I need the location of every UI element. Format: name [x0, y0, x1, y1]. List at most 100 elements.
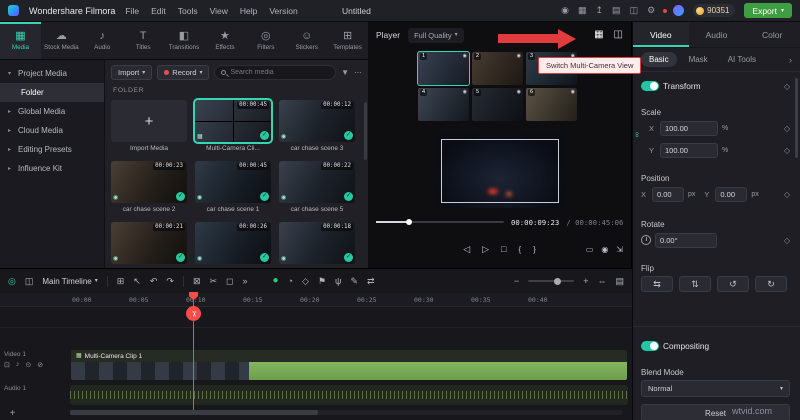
media-item-scene-2[interactable]: 00:00:23 ◉ ✓ car chase scene 2	[111, 161, 187, 213]
tab-audio[interactable]: ♪ Audio	[82, 22, 123, 59]
media-item-scene-1[interactable]: 00:00:45 ◉ ✓ car chase scene 1	[195, 161, 271, 213]
timeline-ruler[interactable]: 00:00 00:05 00:10 00:15 00:20 00:25 00:3…	[0, 293, 632, 307]
keyframe-icon[interactable]: ◇	[784, 124, 790, 133]
user-avatar[interactable]	[673, 5, 684, 16]
timeline-audio-clip[interactable]	[70, 385, 628, 405]
search-input[interactable]	[230, 69, 329, 76]
compare-view-icon[interactable]: ◫	[614, 30, 623, 40]
zoom-out-icon[interactable]: −	[514, 277, 519, 286]
settings-icon[interactable]: ⚙	[647, 6, 655, 15]
sidebar-item-project-media[interactable]: ▾ Project Media	[0, 64, 104, 83]
sidebar-item-folder[interactable]: Folder	[0, 83, 104, 102]
mark-out-button[interactable]: }	[533, 245, 536, 254]
zoom-in-icon[interactable]: +	[583, 277, 588, 286]
delete-icon[interactable]: ⊠	[193, 277, 201, 286]
sidebar-item-influence-kit[interactable]: ▸ Influence Kit	[0, 159, 104, 178]
keyframe-icon[interactable]: ◇	[784, 146, 790, 155]
link-scale-icon[interactable]: ∞	[633, 132, 640, 137]
chevron-right-icon[interactable]: ›	[789, 55, 792, 65]
position-x-field[interactable]	[652, 187, 684, 202]
quality-dropdown[interactable]: Full Quality ▾	[408, 28, 464, 43]
media-scrollbar[interactable]	[364, 102, 367, 160]
pointer-tool-icon[interactable]: ↖	[133, 277, 141, 286]
tab-templates[interactable]: ⊞ Templates	[327, 22, 368, 59]
speed-icon[interactable]: ◔	[288, 277, 293, 286]
search-box[interactable]	[214, 65, 336, 80]
tab-titles[interactable]: T Titles	[123, 22, 164, 59]
multicam-view-icon[interactable]: ▦	[594, 30, 603, 40]
snapshot-icon[interactable]: ◉	[601, 245, 608, 254]
dual-screen-icon[interactable]: ◫	[630, 6, 639, 15]
position-y-field[interactable]	[715, 187, 747, 202]
previous-frame-button[interactable]: ◁	[463, 244, 470, 255]
fit-timeline-icon[interactable]: ⇔	[597, 277, 606, 286]
timeline-scrollbar-thumb[interactable]	[70, 410, 318, 415]
subtab-ai-tools[interactable]: AI Tools	[720, 52, 764, 67]
add-track-button[interactable]: +	[6, 407, 19, 420]
screen-layout-icon[interactable]: ◫	[25, 277, 34, 286]
media-item-import[interactable]: + Import Media	[111, 100, 187, 152]
more-tools-icon[interactable]: »	[243, 277, 248, 286]
media-item-multicamera-clip[interactable]: 00:00:45 ▦ ✓ Multi-Camera Cli...	[195, 100, 271, 152]
media-item[interactable]: 00:00:21 ◉ ✓	[111, 222, 187, 267]
camera-angle-4[interactable]: 4 ◉	[418, 88, 469, 121]
tab-audio-properties[interactable]: Audio	[689, 22, 745, 47]
media-item[interactable]: 00:00:26 ◉ ✓	[195, 222, 271, 267]
notification-bell-icon[interactable]: ◉	[561, 6, 569, 15]
scale-y-field[interactable]	[660, 143, 718, 158]
rotate-dial-icon[interactable]	[641, 235, 651, 245]
scale-x-input[interactable]	[665, 124, 713, 133]
display-device-icon[interactable]: ▭	[586, 245, 594, 254]
track-list-icon[interactable]: ▤	[615, 277, 624, 286]
manage-tracks-icon[interactable]: ⊞	[117, 277, 125, 286]
keyframe-icon[interactable]: ◇	[784, 190, 790, 199]
tab-media[interactable]: ▦ Media	[0, 22, 41, 59]
menu-file[interactable]: File	[125, 6, 139, 16]
main-timeline-dropdown[interactable]: Main Timeline ▾	[42, 277, 97, 286]
marker-icon[interactable]: ⚑	[318, 277, 326, 286]
chroma-key-icon[interactable]: ●	[273, 276, 279, 286]
stop-button[interactable]: □	[501, 244, 506, 254]
timeline-clip-multicamera[interactable]: ▦ Multi-Camera Clip 1	[70, 349, 628, 381]
filter-icon[interactable]: ▼	[341, 68, 349, 77]
position-y-input[interactable]	[720, 190, 742, 199]
voiceover-icon[interactable]: ψ	[335, 277, 341, 286]
crop-icon[interactable]: ◻	[226, 277, 233, 286]
camera-angle-1[interactable]: 1 ◉	[418, 52, 469, 85]
tab-video[interactable]: Video	[633, 22, 689, 47]
scale-x-field[interactable]	[660, 121, 718, 136]
playback-slider[interactable]	[376, 221, 504, 223]
rotate-input[interactable]	[660, 236, 712, 245]
menu-tools[interactable]: Tools	[178, 6, 198, 16]
tab-transitions[interactable]: ◧ Transitions	[164, 22, 205, 59]
split-at-playhead-button[interactable]: ✂	[186, 306, 201, 321]
mute-track-icon[interactable]: ♪	[16, 361, 20, 369]
tab-filters[interactable]: ◎ Filters	[245, 22, 286, 59]
menu-edit[interactable]: Edit	[151, 6, 166, 16]
playback-handle[interactable]	[406, 219, 412, 225]
mark-in-button[interactable]: {	[518, 245, 521, 254]
zoom-slider[interactable]	[528, 280, 574, 282]
disable-track-icon[interactable]: ⊘	[37, 361, 43, 369]
record-button[interactable]: Record ▾	[157, 65, 209, 80]
draw-icon[interactable]: ✎	[350, 277, 358, 286]
position-x-input[interactable]	[657, 190, 679, 199]
play-button[interactable]: ▷	[482, 244, 489, 255]
camera-angle-2[interactable]: 2 ◉	[472, 52, 523, 85]
import-button[interactable]: Import ▾	[111, 65, 152, 80]
media-item-scene-5[interactable]: 00:00:22 ◉ ✓ car chase scene 5	[279, 161, 355, 213]
playhead[interactable]: ✂	[184, 292, 204, 410]
sidebar-item-editing-presets[interactable]: ▸ Editing Presets	[0, 140, 104, 159]
media-item[interactable]: 00:00:18 ◉ ✓	[279, 222, 355, 267]
media-library-icon[interactable]: ▤	[612, 6, 621, 15]
export-button[interactable]: Export ▾	[744, 3, 792, 18]
coin-balance[interactable]: 90351	[693, 4, 735, 17]
track-tool-icon[interactable]: ◎	[8, 277, 16, 286]
transform-frame[interactable]	[441, 139, 559, 203]
tab-effects[interactable]: ★ Effects	[204, 22, 245, 59]
menu-help[interactable]: Help	[240, 6, 257, 16]
workspace-icon[interactable]: ▦	[578, 6, 587, 15]
sidebar-item-global-media[interactable]: ▸ Global Media	[0, 102, 104, 121]
subtab-basic[interactable]: Basic	[641, 52, 677, 67]
rotate-ccw-button[interactable]: ↺	[717, 276, 749, 292]
